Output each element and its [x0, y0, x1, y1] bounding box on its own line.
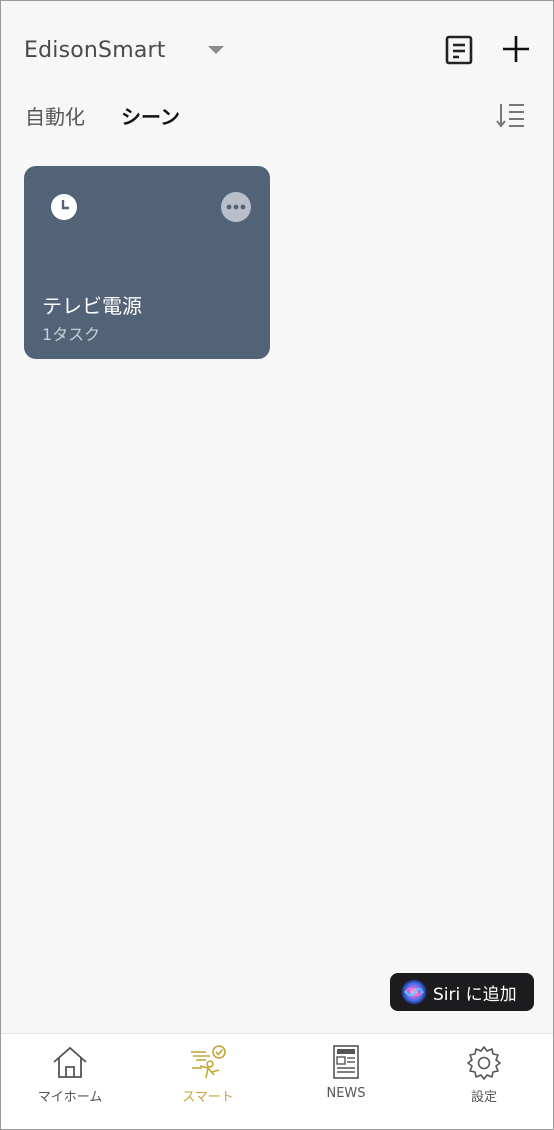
- header: EdisonSmart: [1, 1, 553, 91]
- scene-name: テレビ電源: [42, 294, 142, 318]
- chevron-down-icon: [207, 46, 224, 54]
- add-button[interactable]: [501, 34, 531, 64]
- home-name: EdisonSmart: [24, 37, 166, 63]
- log-button[interactable]: [444, 34, 474, 66]
- siri-icon: [401, 979, 427, 1005]
- news-icon: [333, 1045, 359, 1079]
- add-to-siri-button[interactable]: Siri に追加: [390, 973, 534, 1011]
- sort-button[interactable]: [495, 99, 527, 131]
- gear-icon: [467, 1046, 501, 1080]
- tabbar-item-smart[interactable]: スマート: [139, 1034, 277, 1130]
- tabbar-label: マイホーム: [37, 1090, 103, 1105]
- tab-bar: 自動化 シーン: [25, 99, 216, 131]
- tabbar-label: NEWS: [326, 1086, 366, 1101]
- scene-task-count: 1タスク: [42, 325, 101, 344]
- home-icon: [53, 1046, 87, 1078]
- plus-icon: [503, 36, 529, 62]
- sort-icon: [496, 104, 524, 128]
- tabbar-item-news[interactable]: NEWS: [277, 1034, 415, 1130]
- tabbar-item-settings[interactable]: 設定: [415, 1034, 553, 1130]
- home-selector[interactable]: EdisonSmart: [24, 35, 224, 65]
- clock-icon: [51, 194, 77, 220]
- more-options-button[interactable]: [221, 192, 251, 222]
- tabbar-label: 設定: [470, 1090, 497, 1105]
- tabbar-label: スマート: [182, 1090, 234, 1105]
- bottom-tab-bar: マイホーム スマート NEWS 設定: [1, 1033, 553, 1129]
- tab-automation[interactable]: 自動化: [25, 101, 85, 130]
- tab-scenes[interactable]: シーン: [121, 101, 180, 130]
- document-icon: [445, 35, 473, 65]
- ellipsis-icon: [226, 204, 246, 210]
- add-to-siri-label: Siri に追加: [433, 984, 517, 1005]
- tabbar-item-my-home[interactable]: マイホーム: [1, 1034, 139, 1130]
- smart-icon: [191, 1045, 226, 1079]
- scene-card[interactable]: テレビ電源 1タスク: [24, 166, 270, 359]
